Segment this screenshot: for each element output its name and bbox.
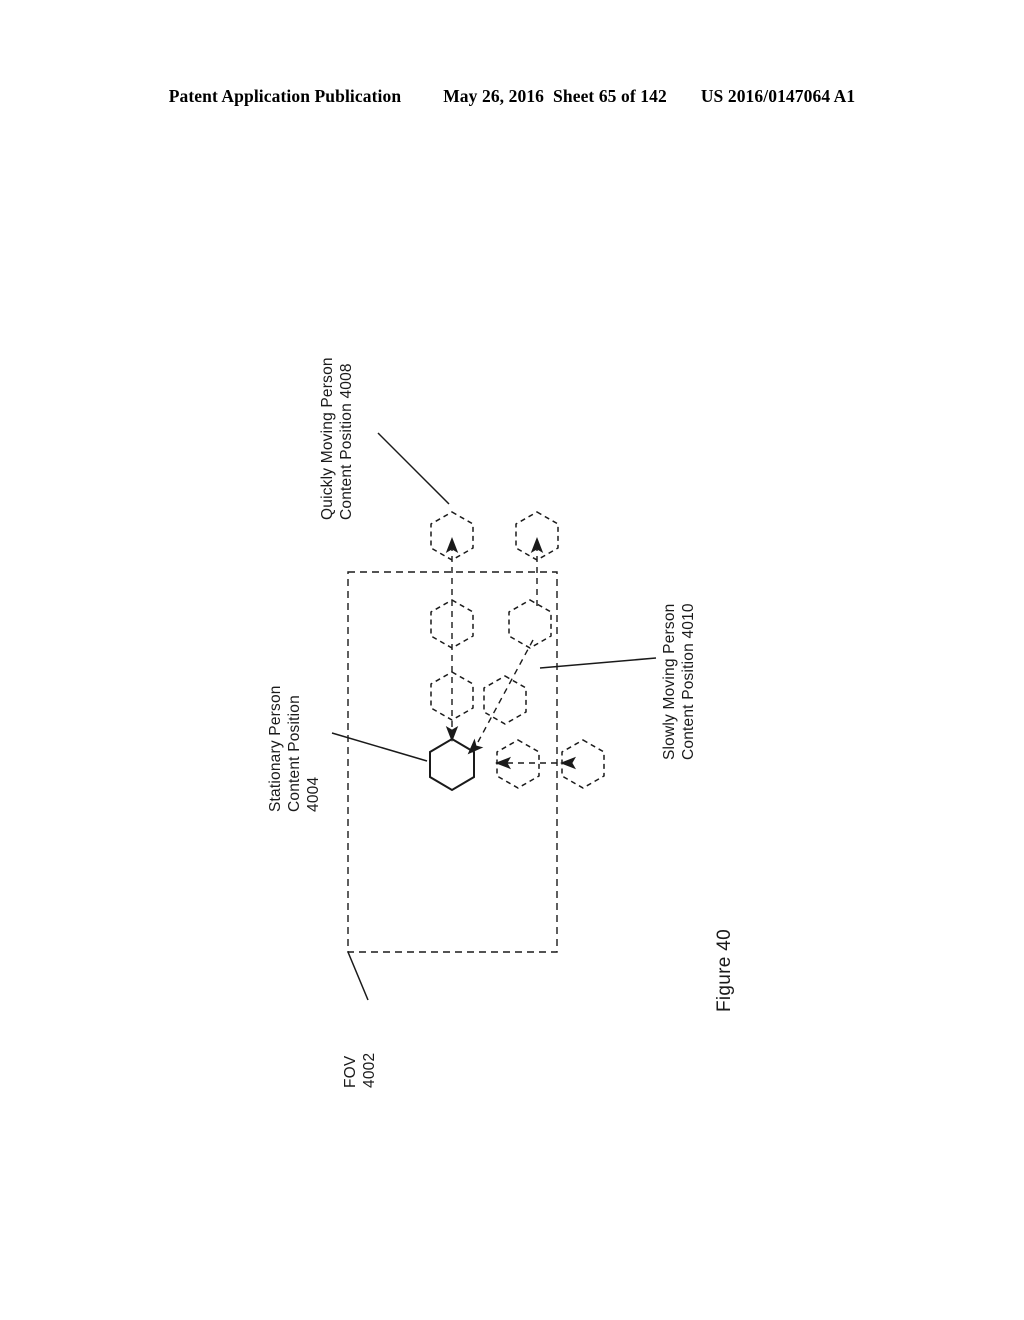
label-fov: FOV 4002	[341, 1053, 379, 1088]
hexagon-slowly-top	[515, 511, 559, 561]
label-fov-line1: FOV	[342, 1055, 359, 1088]
figure-drawing	[331, 432, 657, 1001]
label-stationary-line3: 4004	[305, 776, 322, 812]
figure-caption: Figure 40	[714, 929, 735, 1012]
hexagon-slowly-third	[483, 675, 527, 725]
slowly-moving-track	[463, 511, 559, 759]
arrowhead-horizontal-right	[560, 756, 576, 770]
label-slowly-moving-line1: Slowly Moving Person	[661, 603, 678, 760]
label-stationary-line2: Content Position	[286, 695, 303, 812]
label-quickly-moving-person: Quickly Moving Person Content Position 4…	[318, 357, 356, 520]
label-quickly-moving-line2: Content Position 4008	[338, 363, 355, 520]
label-stationary-person: Stationary Person Content Position 4004	[266, 685, 323, 812]
hexagon-quickly-top	[430, 511, 474, 561]
quickly-moving-track	[430, 511, 474, 742]
label-slowly-moving-person: Slowly Moving Person Content Position 40…	[660, 603, 698, 760]
horizontal-track	[495, 739, 605, 789]
fov-rectangle	[347, 571, 558, 953]
label-fov-line2: 4002	[361, 1052, 378, 1088]
fov-boundary-group	[347, 571, 558, 953]
leader-line-stationary	[331, 732, 428, 762]
leader-line-quickly	[377, 432, 450, 505]
hexagon-slowly-second	[508, 599, 552, 649]
slowly-moving-path-diagonal	[477, 639, 534, 743]
label-slowly-moving-line2: Content Position 4010	[680, 603, 697, 760]
label-stationary-line1: Stationary Person	[267, 685, 284, 812]
label-quickly-moving-line1: Quickly Moving Person	[319, 357, 336, 520]
leader-line-fov	[347, 951, 369, 1001]
hexagon-stationary-solid	[429, 737, 475, 792]
